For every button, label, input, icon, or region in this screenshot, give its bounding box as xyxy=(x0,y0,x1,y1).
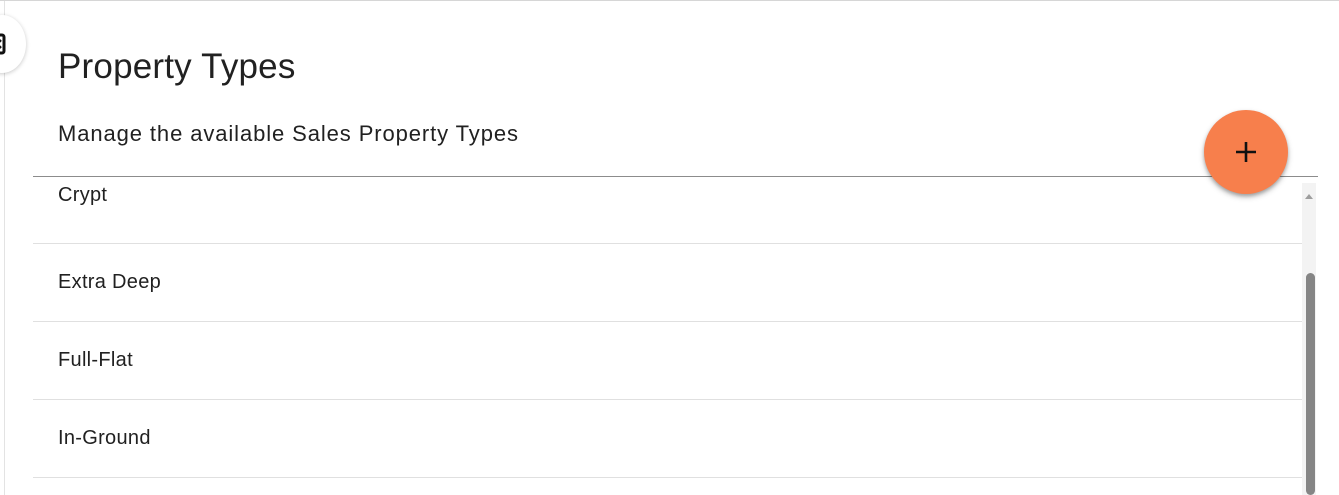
list-item-full-flat[interactable]: Full-Flat xyxy=(33,322,1303,400)
scrollbar-thumb[interactable] xyxy=(1306,273,1315,495)
page-subtitle: Manage the available Sales Property Type… xyxy=(58,121,519,146)
page-frame: Property Types Manage the available Sale… xyxy=(0,0,1339,495)
left-divider xyxy=(4,1,5,495)
panel-collapse-icon xyxy=(0,33,6,55)
plus-icon xyxy=(1236,142,1256,162)
list-item-label: Full-Flat xyxy=(58,349,133,371)
list-item-in-ground[interactable]: In-Ground xyxy=(33,400,1303,478)
add-property-type-button[interactable] xyxy=(1204,110,1288,194)
list-item-extra-deep[interactable]: Extra Deep xyxy=(33,244,1303,322)
list-item-label: Crypt xyxy=(58,184,108,206)
list-item-label: Extra Deep xyxy=(58,271,162,293)
collapse-panel-button[interactable] xyxy=(0,15,26,73)
page-title: Property Types xyxy=(58,47,296,86)
property-type-list[interactable]: Crypt Extra Deep Full-Flat In-Ground xyxy=(33,177,1318,495)
scroll-up-arrow-icon[interactable] xyxy=(1305,194,1313,199)
list-item-crypt[interactable]: Crypt xyxy=(33,177,1303,244)
list-item-label: In-Ground xyxy=(58,427,151,449)
